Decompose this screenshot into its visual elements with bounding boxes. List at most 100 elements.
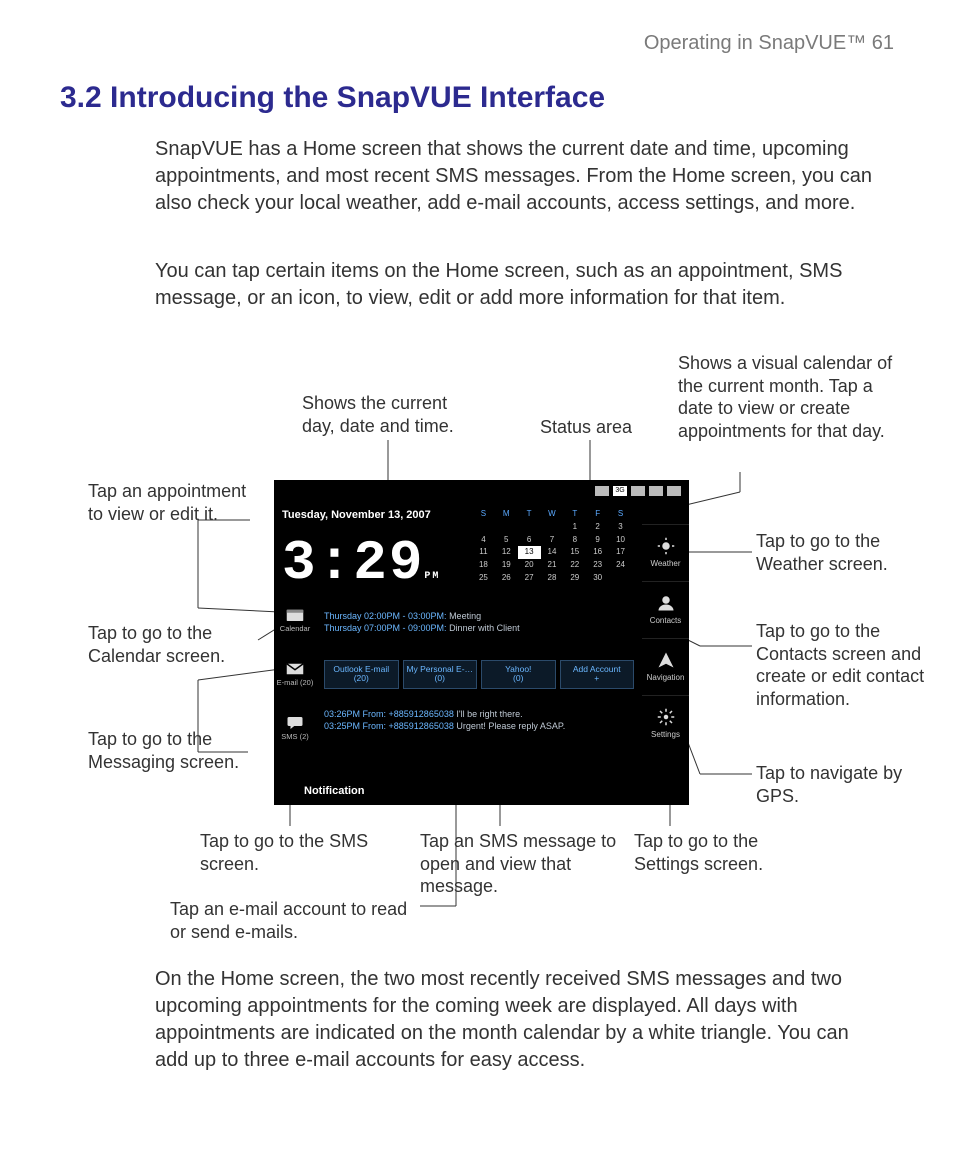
callout-contacts: Tap to go to the Contacts screen and cre…	[756, 620, 926, 710]
page-header: Operating in SnapVUE™ 61	[644, 30, 894, 57]
sms-button[interactable]: SMS (2)	[281, 716, 309, 762]
calendar-day[interactable]: 7	[541, 534, 564, 547]
calendar-day[interactable]: 30	[586, 572, 609, 585]
settings-button[interactable]: Settings	[642, 695, 689, 752]
sms-meta: 03:26PM From: +885912865038	[324, 709, 454, 719]
notification-bar[interactable]: Notification	[304, 784, 365, 799]
navigation-icon	[657, 651, 675, 669]
email-label: E-mail (20)	[277, 678, 314, 688]
calendar-day[interactable]: 29	[563, 572, 586, 585]
intro-paragraph-3: On the Home screen, the two most recentl…	[155, 966, 885, 1074]
calendar-day[interactable]	[518, 521, 541, 534]
calendar-day[interactable]: 3	[609, 521, 632, 534]
side-shortcuts: Weather Contacts Navigation Settings	[642, 524, 689, 752]
appointment-time: Thursday 07:00PM - 09:00PM:	[324, 623, 447, 633]
calendar-day[interactable]: 16	[586, 546, 609, 559]
home-date[interactable]: Tuesday, November 13, 2007	[282, 508, 431, 523]
calendar-day[interactable]	[541, 521, 564, 534]
email-tab-count: (0)	[484, 674, 553, 683]
sms-item[interactable]: 03:26PM From: +885912865038 I'll be righ…	[324, 708, 634, 720]
calendar-day[interactable]	[609, 572, 632, 585]
calendar-day[interactable]: 12	[495, 546, 518, 559]
callout-messaging: Tap to go to the Messaging screen.	[88, 728, 248, 773]
appointment-time: Thursday 02:00PM - 03:00PM:	[324, 611, 447, 621]
three-g-icon: 3G	[613, 486, 627, 496]
calendar-day[interactable]: 4	[472, 534, 495, 547]
calendar-icon	[286, 608, 304, 622]
sound-icon	[649, 486, 663, 496]
status-area[interactable]: 3G	[595, 486, 681, 496]
left-shortcuts: Calendar E-mail (20) SMS (2)	[274, 608, 316, 770]
calendar-day[interactable]: 10	[609, 534, 632, 547]
weather-button[interactable]: Weather	[642, 524, 689, 581]
callout-gps: Tap to navigate by GPS.	[756, 762, 916, 807]
calendar-day[interactable]: 5	[495, 534, 518, 547]
appointment-title: Dinner with Client	[447, 623, 520, 633]
calendar-day[interactable]: 20	[518, 559, 541, 572]
email-account-tab[interactable]: My Personal E-…(0)	[403, 660, 478, 689]
weather-label: Weather	[650, 559, 680, 570]
email-accounts: Outlook E-mail(20) My Personal E-…(0) Ya…	[324, 660, 634, 689]
home-time-value: 3:29	[282, 531, 424, 595]
calendar-day[interactable]: 24	[609, 559, 632, 572]
appointment-title: Meeting	[447, 611, 482, 621]
calendar-day[interactable]	[472, 521, 495, 534]
sms-list: 03:26PM From: +885912865038 I'll be righ…	[324, 708, 634, 732]
sms-meta: 03:25PM From: +885912865038	[324, 721, 454, 731]
callout-calendar-icon: Tap to go to the Calendar screen.	[88, 622, 258, 667]
calendar-day[interactable]: 18	[472, 559, 495, 572]
calendar-day[interactable]: 15	[563, 546, 586, 559]
calendar-day[interactable]: 13	[518, 546, 541, 559]
section-title: 3.2 Introducing the SnapVUE Interface	[60, 78, 605, 119]
email-account-tab[interactable]: Outlook E-mail(20)	[324, 660, 399, 689]
callout-appointment: Tap an appointment to view or edit it.	[88, 480, 248, 525]
month-calendar[interactable]: SMTWTFS123456789101112131415161718192021…	[472, 508, 632, 585]
calendar-day[interactable]: 11	[472, 546, 495, 559]
callout-sms-icon: Tap to go to the SMS screen.	[200, 830, 370, 875]
home-time-ampm: PM	[424, 571, 440, 582]
callout-email-account: Tap an e-mail account to read or send e-…	[170, 898, 420, 943]
calendar-day[interactable]: 21	[541, 559, 564, 572]
appointment-item[interactable]: Thursday 07:00PM - 09:00PM: Dinner with …	[324, 622, 634, 634]
email-account-tab[interactable]: Yahoo!(0)	[481, 660, 556, 689]
calendar-day[interactable]: 25	[472, 572, 495, 585]
calendar-day[interactable]: 8	[563, 534, 586, 547]
calendar-day[interactable]: 26	[495, 572, 518, 585]
navigation-button[interactable]: Navigation	[642, 638, 689, 695]
calendar-button[interactable]: Calendar	[280, 608, 310, 654]
navigation-label: Navigation	[647, 673, 685, 684]
snapvue-home-screenshot: 3G Tuesday, November 13, 2007 3:29PM SMT…	[274, 480, 689, 805]
appointment-item[interactable]: Thursday 02:00PM - 03:00PM: Meeting	[324, 610, 634, 622]
settings-icon	[657, 708, 675, 726]
calendar-day[interactable]: 27	[518, 572, 541, 585]
home-time[interactable]: 3:29PM	[282, 526, 440, 602]
calendar-day[interactable]: 17	[609, 546, 632, 559]
sms-icon	[286, 716, 304, 730]
email-button[interactable]: E-mail (20)	[277, 662, 314, 708]
sms-item[interactable]: 03:25PM From: +885912865038 Urgent! Plea…	[324, 720, 634, 732]
add-email-account-tab[interactable]: Add Account+	[560, 660, 635, 689]
battery-icon	[667, 486, 681, 496]
email-tab-count: +	[563, 674, 632, 683]
sms-label: SMS (2)	[281, 732, 309, 742]
calendar-day[interactable]: 23	[586, 559, 609, 572]
calendar-day[interactable]: 19	[495, 559, 518, 572]
calendar-day[interactable]: 9	[586, 534, 609, 547]
email-icon	[286, 662, 304, 676]
calendar-day[interactable]: 6	[518, 534, 541, 547]
calendar-label: Calendar	[280, 624, 310, 634]
calendar-day[interactable]: 14	[541, 546, 564, 559]
appointments-list: Thursday 02:00PM - 03:00PM: Meeting Thur…	[324, 610, 634, 634]
contacts-button[interactable]: Contacts	[642, 581, 689, 638]
callout-sms-message: Tap an SMS message to open and view that…	[420, 830, 620, 898]
calendar-day[interactable]: 28	[541, 572, 564, 585]
contacts-icon	[657, 594, 675, 612]
calendar-day[interactable]: 1	[563, 521, 586, 534]
calendar-day[interactable]: 22	[563, 559, 586, 572]
calendar-day[interactable]: 2	[586, 521, 609, 534]
callout-status: Status area	[540, 416, 632, 439]
calendar-day[interactable]	[495, 521, 518, 534]
sim-icon	[595, 486, 609, 496]
callout-settings: Tap to go to the Settings screen.	[634, 830, 764, 875]
callout-datetime: Shows the current day, date and time.	[302, 392, 482, 437]
